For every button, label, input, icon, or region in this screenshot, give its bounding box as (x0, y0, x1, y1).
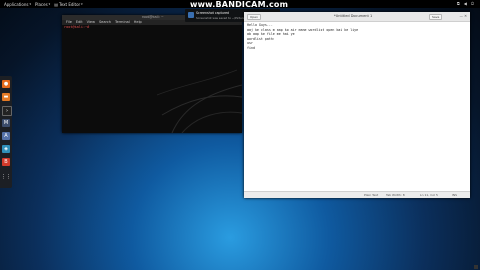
text-editor-icon: ▤ (54, 1, 58, 7)
terminal-window[interactable]: root@kali: ~ File Edit View Search Termi… (62, 15, 242, 133)
notification-title: Screenshot captured (196, 11, 230, 15)
chevron-down-icon: ▾ (81, 2, 83, 6)
burp-icon[interactable]: B (2, 158, 10, 166)
volume-icon[interactable]: ◀ (464, 1, 467, 6)
metasploit-icon[interactable]: M (2, 119, 10, 127)
text-editor-window[interactable]: Open *Untitled Document 1 Save — ✕ Hello… (244, 12, 470, 198)
files-icon[interactable]: ▬ (2, 93, 10, 101)
network-icon[interactable]: ⧉ (457, 1, 460, 6)
editor-headerbar: Open *Untitled Document 1 Save — ✕ (244, 12, 470, 22)
terminal-icon[interactable]: › (2, 106, 12, 116)
system-tray: ⧉ ◀ ⏻ (457, 1, 474, 6)
editor-statusbar: Plain Text Tab Width: 8 Ln 11, Col 5 INS (244, 191, 470, 198)
applications-label: Applications (4, 1, 29, 7)
insert-mode-indicator: INS (452, 193, 458, 197)
syntax-selector[interactable]: Plain Text (364, 192, 378, 198)
power-icon[interactable]: ⏻ (471, 1, 474, 6)
kali-dragon-background (156, 69, 242, 133)
chevron-down-icon: ▾ (29, 2, 31, 6)
editor-text-area[interactable]: Hello Guys... aaj ke class m aap ko air … (244, 22, 470, 52)
save-button[interactable]: Save (429, 14, 443, 20)
text-editor-label: Text Editor (58, 1, 81, 7)
window-controls-icon[interactable]: — ✕ (459, 14, 467, 18)
armitage-icon[interactable]: A (2, 132, 10, 140)
apps-grid-icon[interactable]: ⋮⋮ (1, 173, 11, 181)
dock: ● ▬ › M A ◈ B ⋮⋮ (0, 76, 12, 188)
top-panel: Applications ▾ Places ▾ ▤ Text Editor ▾ … (0, 0, 480, 9)
terminal-title: root@kali: ~ (142, 15, 164, 19)
open-button[interactable]: Open (247, 14, 262, 20)
editor-title: *Untitled Document 1 (334, 14, 373, 18)
tab-width-selector[interactable]: Tab Width: 8 (386, 192, 405, 198)
screenshot-icon (188, 12, 194, 18)
text-editor-app-menu[interactable]: ▤ Text Editor ▾ (54, 2, 83, 7)
wireshark-icon[interactable]: ◈ (2, 145, 10, 153)
cursor-position: Ln 11, Col 5 (420, 193, 438, 197)
bottom-tray-icon[interactable] (474, 265, 478, 269)
editor-line: find (247, 45, 255, 50)
places-label: Places (34, 1, 48, 7)
places-menu[interactable]: Places ▾ (35, 2, 50, 7)
chevron-down-icon: ▾ (48, 2, 51, 6)
applications-menu[interactable]: Applications ▾ (4, 2, 31, 7)
firefox-icon[interactable]: ● (2, 80, 10, 88)
